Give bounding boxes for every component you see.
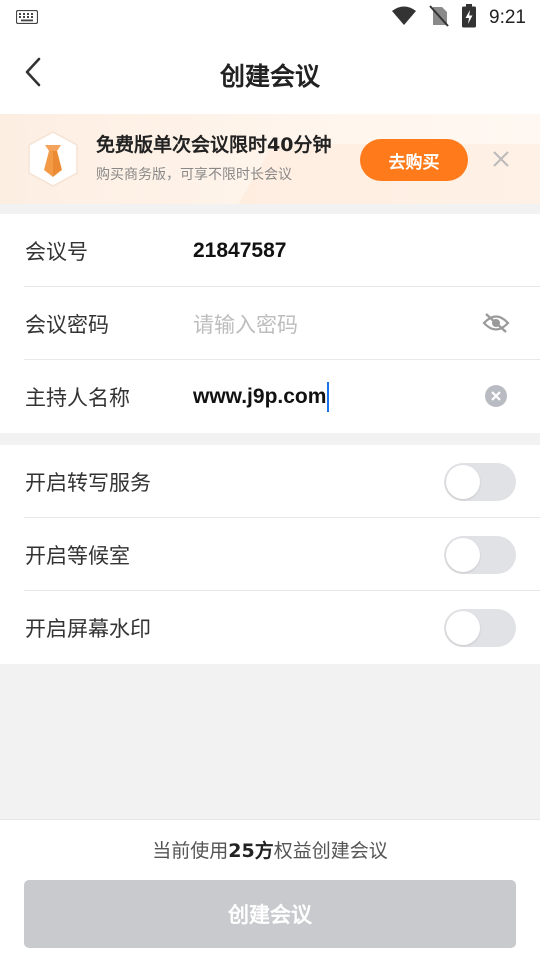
- status-time: 9:21: [489, 7, 526, 28]
- wifi-icon: [391, 6, 417, 30]
- quota-prefix: 当前使用: [152, 840, 229, 862]
- page-title: 创建会议: [219, 62, 320, 91]
- back-button[interactable]: [14, 54, 54, 94]
- host-name-row: 主持人名称 www.j9p.com: [0, 360, 540, 433]
- toggle-knob: [446, 465, 480, 499]
- promo-subtitle: 购买商务版，可享不限时长会议: [96, 167, 292, 183]
- option-label: 开启屏幕水印: [25, 616, 151, 641]
- transcription-toggle[interactable]: [444, 463, 516, 501]
- buy-button[interactable]: 去购买: [360, 139, 468, 181]
- chevron-left-icon: [24, 57, 44, 91]
- navigation-bar: 创建会议: [0, 36, 540, 114]
- host-name-value: www.j9p.com: [193, 384, 327, 408]
- meeting-id-row: 会议号 21847587: [0, 214, 540, 287]
- watermark-toggle[interactable]: [444, 609, 516, 647]
- clear-icon: [484, 384, 508, 412]
- meeting-id-label: 会议号: [25, 239, 88, 264]
- upgrade-promo-banner: 免费版单次会议限时40分钟 购买商务版，可享不限时长会议 去购买: [0, 114, 540, 204]
- option-transcription-row: 开启转写服务: [0, 445, 540, 518]
- clear-host-name-button[interactable]: [482, 384, 510, 412]
- promo-close-button[interactable]: [488, 146, 514, 172]
- option-label: 开启等候室: [25, 543, 130, 568]
- eye-off-icon: [482, 312, 510, 338]
- toggle-knob: [446, 611, 480, 645]
- quota-suffix: 权益创建会议: [273, 840, 388, 862]
- close-icon: [488, 151, 514, 176]
- toggle-knob: [446, 538, 480, 572]
- option-waiting-room-row: 开启等候室: [0, 518, 540, 591]
- text-caret: [327, 381, 330, 412]
- meeting-info-card: 会议号 21847587 会议密码 请输入密码 主持人名称 www.j9p.co…: [0, 214, 540, 433]
- password-visibility-toggle[interactable]: [482, 311, 510, 339]
- status-bar: 9:21: [0, 0, 540, 36]
- quota-value: 25方: [228, 840, 274, 862]
- meeting-password-label: 会议密码: [25, 312, 109, 337]
- keyboard-icon: [15, 9, 39, 28]
- no-sim-icon: [429, 5, 449, 31]
- meeting-id-value: 21847587: [193, 238, 287, 262]
- host-name-input[interactable]: www.j9p.com: [193, 381, 330, 412]
- promo-title: 免费版单次会议限时40分钟: [96, 134, 332, 156]
- meeting-password-row: 会议密码 请输入密码: [0, 287, 540, 360]
- bottom-action-bar: 当前使用25方权益创建会议 创建会议: [0, 819, 540, 960]
- waiting-room-toggle[interactable]: [444, 536, 516, 574]
- create-meeting-button[interactable]: 创建会议: [24, 880, 516, 948]
- option-label: 开启转写服务: [25, 470, 151, 495]
- meeting-options-card: 开启转写服务 开启等候室 开启屏幕水印: [0, 445, 540, 664]
- battery-charging-icon: [461, 4, 477, 32]
- necktie-icon: [24, 130, 82, 188]
- option-watermark-row: 开启屏幕水印: [0, 591, 540, 664]
- host-name-label: 主持人名称: [25, 385, 130, 410]
- meeting-password-input[interactable]: 请输入密码: [193, 309, 298, 339]
- quota-text: 当前使用25方权益创建会议: [0, 836, 540, 863]
